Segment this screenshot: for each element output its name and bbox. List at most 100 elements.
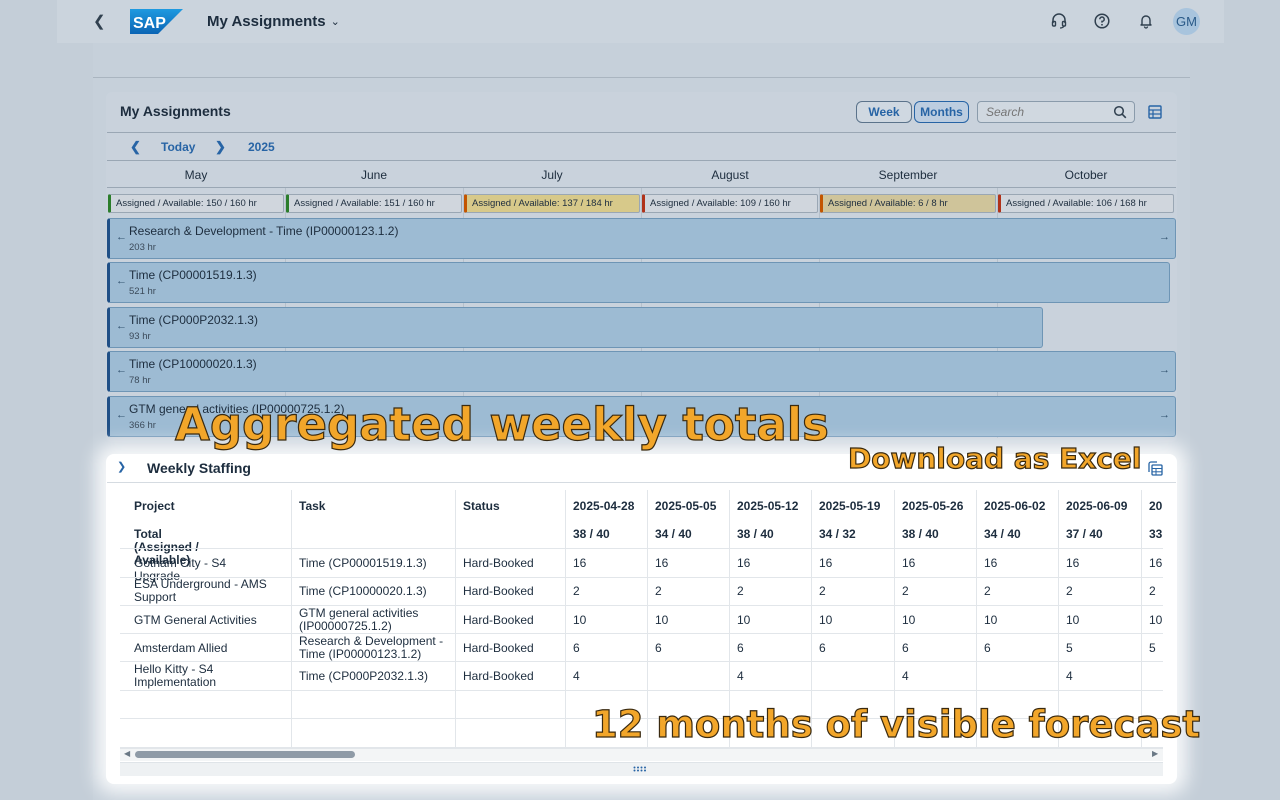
assignment-name: Time (CP10000020.1.3)	[129, 357, 257, 371]
row-divider	[120, 633, 1163, 634]
hours-cell: 10	[655, 613, 669, 627]
status-cell: Hard-Booked	[463, 669, 534, 683]
assignment-name: Research & Development - Time (IP0000012…	[129, 224, 399, 238]
scroll-left-icon[interactable]: ◀	[124, 749, 130, 758]
status-cell: Hard-Booked	[463, 641, 534, 655]
hours-cell: 16	[902, 556, 916, 570]
chevron-down-icon[interactable]: ❯	[117, 460, 126, 473]
assignment-bar[interactable]: ← Time (CP10000020.1.3) 78 hr →	[107, 351, 1176, 392]
view-week-button[interactable]: Week	[856, 101, 912, 123]
hours-cell: 5	[1149, 641, 1156, 655]
avatar[interactable]: GM	[1173, 8, 1200, 35]
hours-cell: 16	[1149, 556, 1163, 570]
arrow-right-icon: →	[1159, 364, 1170, 376]
search-icon[interactable]	[1113, 105, 1127, 119]
assignment-hours: 78 hr	[129, 375, 151, 386]
assignments-title: My Assignments	[120, 103, 231, 119]
hours-cell: 10	[984, 613, 998, 627]
headset-icon[interactable]	[1050, 12, 1068, 30]
hours-cell: 2	[819, 584, 826, 598]
hours-cell: 10	[819, 613, 833, 627]
arrow-left-icon: ←	[116, 275, 127, 287]
scrollbar-thumb[interactable]	[135, 751, 355, 758]
month-header: July	[541, 168, 563, 182]
task-cell: Time (CP000P2032.1.3)	[299, 669, 428, 683]
arrow-right-icon: →	[1159, 231, 1170, 243]
scroll-right-icon[interactable]: ▶	[1152, 749, 1158, 758]
assignment-name: Time (CP00001519.1.3)	[129, 268, 257, 282]
week-header: 2025-05-05	[655, 499, 717, 513]
hours-cell: 5	[1066, 641, 1073, 655]
back-icon[interactable]: ❮	[93, 12, 106, 30]
hours-cell: 6	[819, 641, 826, 655]
column-divider	[565, 490, 566, 748]
callout-download: Download as Excel	[847, 441, 1142, 475]
hours-cell: 2	[1066, 584, 1073, 598]
hours-cell: 16	[573, 556, 587, 570]
chevron-down-icon: ⌄	[330, 16, 340, 28]
hours-cell: 6	[737, 641, 744, 655]
callout-aggregated: Aggregated weekly totals	[174, 397, 829, 451]
arrow-right-icon: →	[1159, 409, 1170, 421]
hours-cell: 10	[902, 613, 916, 627]
hours-cell: 10	[1066, 613, 1080, 627]
project-cell: ESA Underground - AMS Support	[134, 577, 267, 604]
arrow-left-icon: ←	[116, 320, 127, 332]
assignment-hours: 203 hr	[129, 242, 156, 253]
sap-logo[interactable]: SAP	[130, 9, 183, 34]
view-months-button[interactable]: Months	[914, 101, 969, 123]
next-period-icon[interactable]: ❯	[215, 139, 226, 155]
task-cell: GTM general activities (IP00000725.1.2)	[299, 606, 419, 633]
app-title-menu[interactable]: My Assignments ⌄	[207, 13, 340, 30]
search-input[interactable]	[978, 102, 1108, 122]
hours-cell: 6	[984, 641, 991, 655]
month-header: September	[878, 168, 938, 182]
drag-grip-icon[interactable]	[633, 766, 647, 772]
help-icon[interactable]	[1093, 12, 1111, 30]
bell-icon[interactable]	[1137, 12, 1155, 30]
year-picker[interactable]: 2025	[248, 140, 275, 154]
week-header: 2025-05-12	[737, 499, 799, 513]
month-header: August	[711, 168, 749, 182]
hours-cell: 6	[902, 641, 909, 655]
assignment-hours: 366 hr	[129, 420, 156, 431]
task-cell: Time (CP10000020.1.3)	[299, 584, 427, 598]
search-field	[977, 101, 1135, 123]
month-header: June	[360, 168, 388, 182]
excel-export-icon[interactable]	[1147, 460, 1163, 476]
callout-forecast: 12 months of visible forecast	[591, 702, 1201, 746]
utilization-indicator[interactable]: Assigned / Available: 137 / 184 hr	[464, 194, 640, 213]
status-cell: Hard-Booked	[463, 556, 534, 570]
hours-cell: 16	[655, 556, 669, 570]
utilization-indicator[interactable]: Assigned / Available: 151 / 160 hr	[286, 194, 462, 213]
row-divider	[120, 605, 1163, 606]
status-cell: Hard-Booked	[463, 584, 534, 598]
week-total: 33	[1149, 527, 1163, 541]
utilization-indicator[interactable]: Assigned / Available: 150 / 160 hr	[108, 194, 284, 213]
hours-cell: 6	[655, 641, 662, 655]
week-header: 20	[1149, 499, 1163, 513]
utilization-indicator[interactable]: Assigned / Available: 106 / 168 hr	[998, 194, 1174, 213]
table-view-icon[interactable]	[1147, 104, 1163, 120]
utilization-indicator[interactable]: Assigned / Available: 6 / 8 hr	[820, 194, 996, 213]
month-header: May	[184, 168, 208, 182]
week-total: 34 / 40	[984, 527, 1021, 541]
week-total: 34 / 32	[819, 527, 856, 541]
hours-cell: 16	[1066, 556, 1080, 570]
week-total: 38 / 40	[902, 527, 939, 541]
hours-cell: 4	[1066, 669, 1073, 683]
utilization-indicator[interactable]: Assigned / Available: 109 / 160 hr	[642, 194, 818, 213]
row-divider	[120, 661, 1163, 662]
status-cell: Hard-Booked	[463, 613, 534, 627]
assignment-bar[interactable]: ← Time (CP00001519.1.3) 521 hr	[107, 262, 1170, 303]
assignment-bar[interactable]: ← Research & Development - Time (IP000001…	[107, 218, 1176, 259]
assignment-bar[interactable]: ← Time (CP000P2032.1.3) 93 hr	[107, 307, 1043, 348]
row-divider	[120, 577, 1163, 578]
hours-cell: 16	[984, 556, 998, 570]
assignment-name: Time (CP000P2032.1.3)	[129, 313, 258, 327]
previous-period-icon[interactable]: ❮	[130, 139, 141, 155]
hours-cell: 2	[902, 584, 909, 598]
today-button[interactable]: Today	[161, 140, 195, 154]
week-header: 2025-05-19	[819, 499, 881, 513]
assignment-hours: 93 hr	[129, 331, 151, 342]
